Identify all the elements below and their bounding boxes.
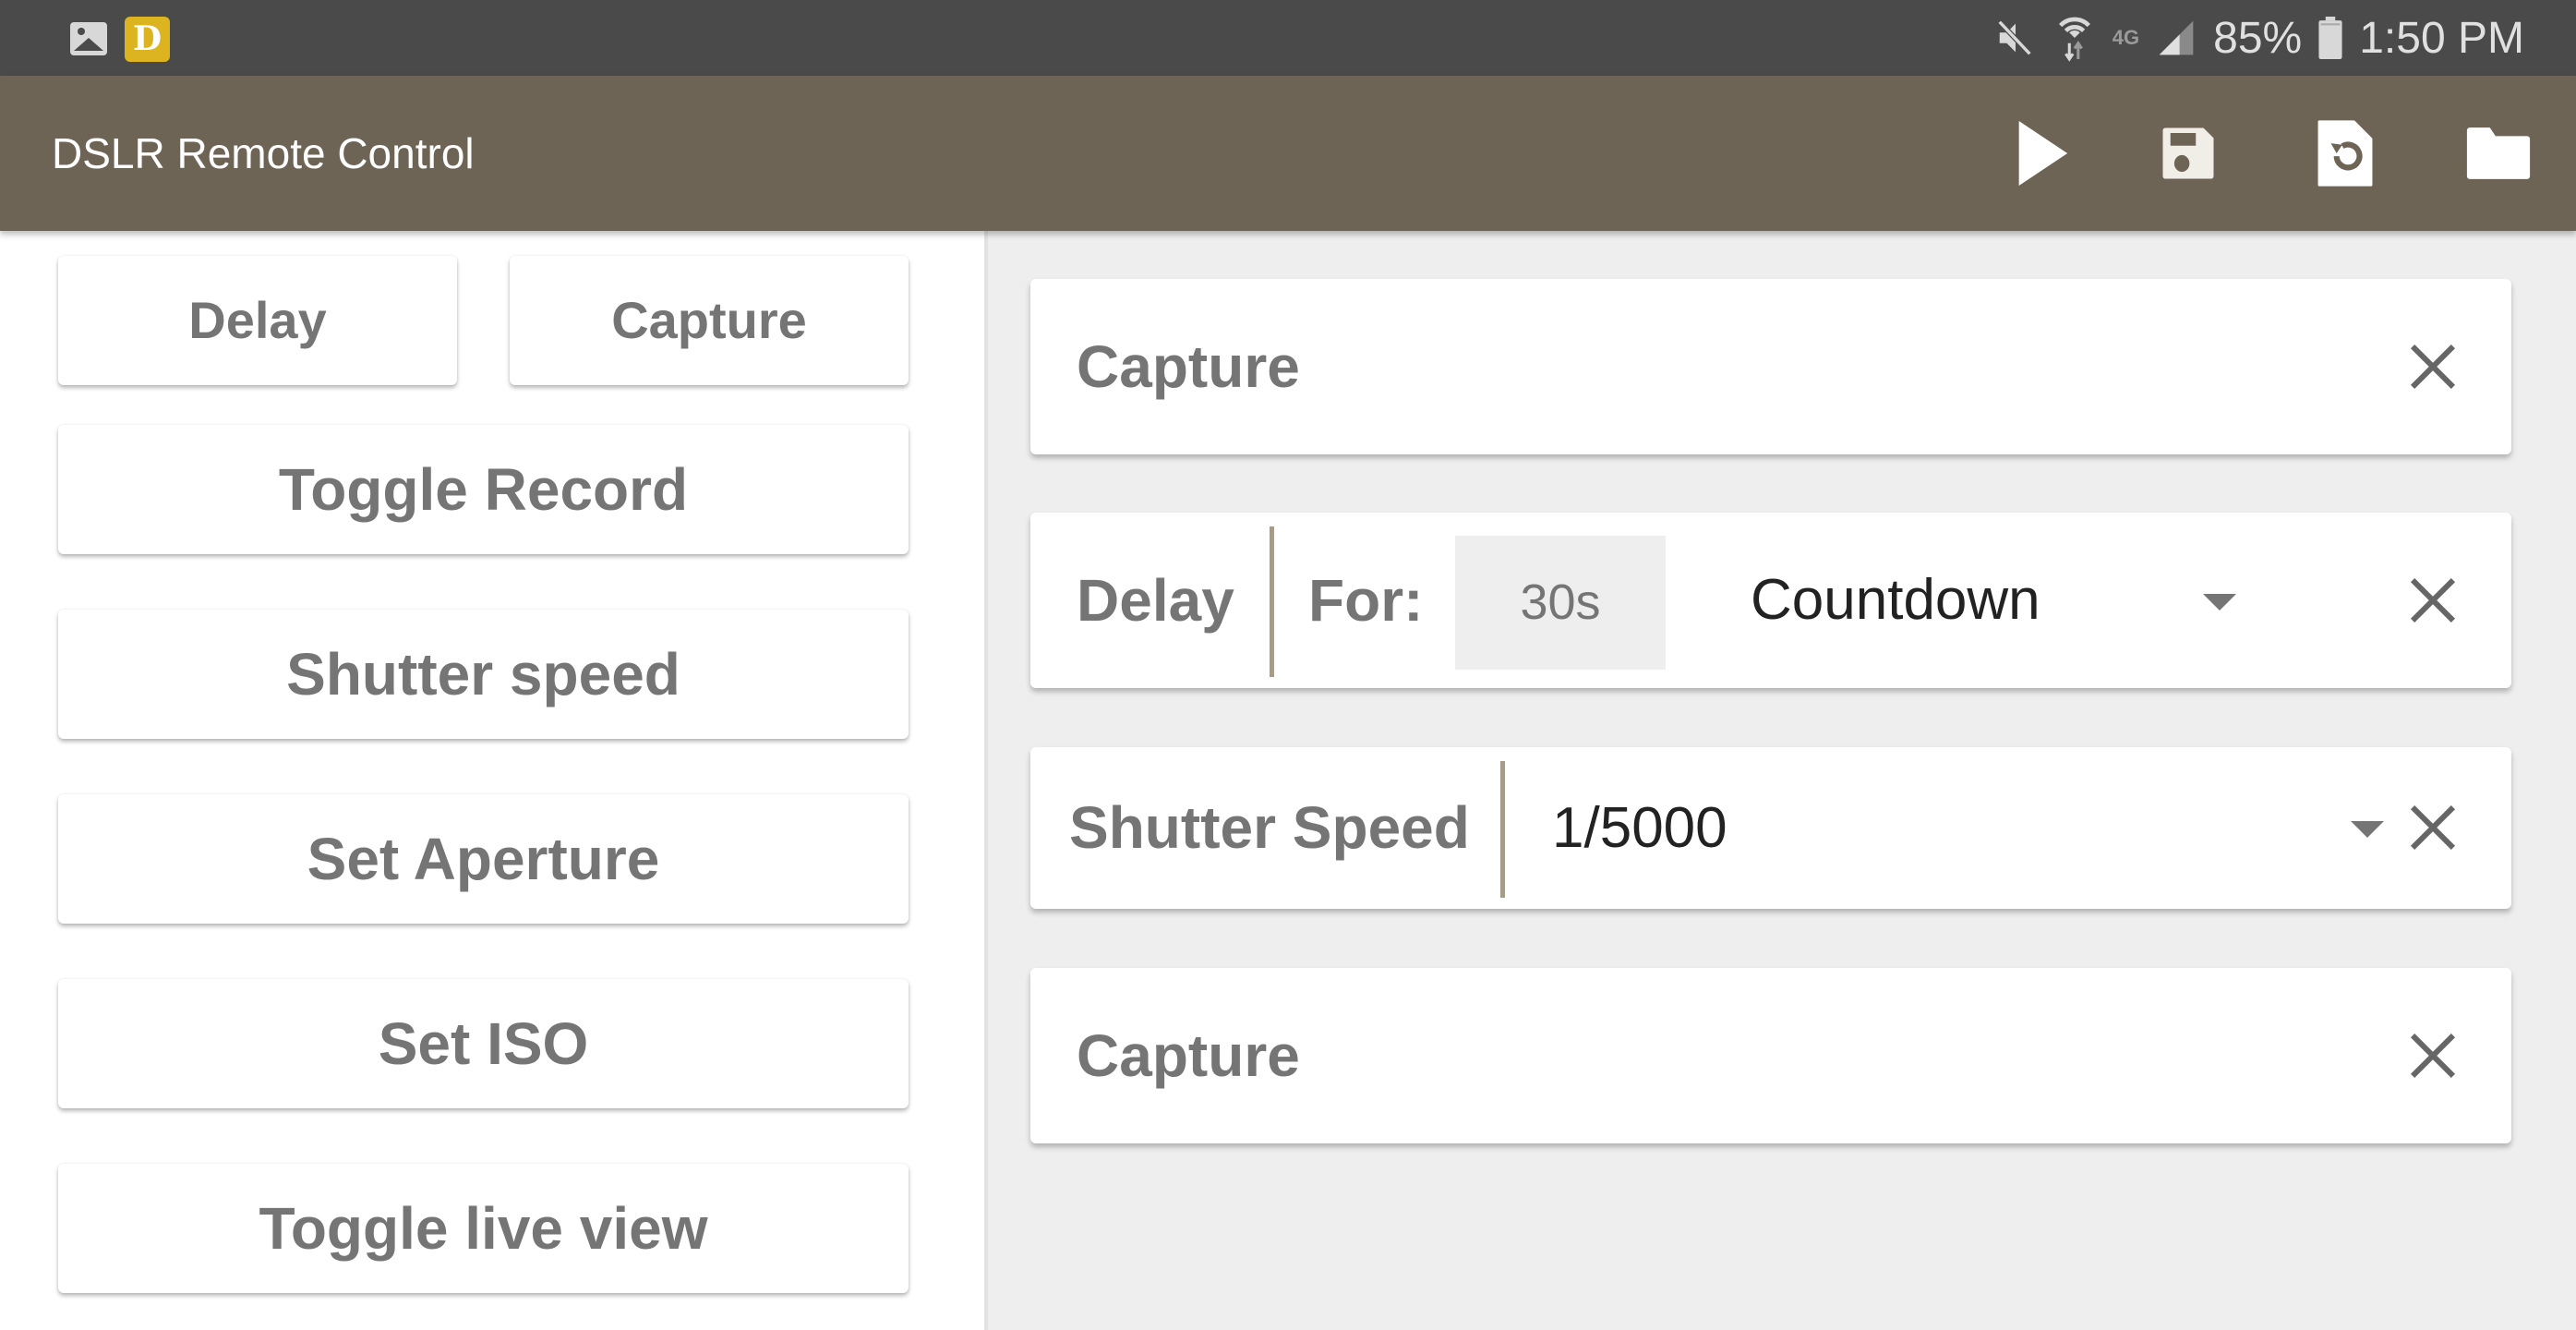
mute-icon <box>1995 18 2034 58</box>
sequence-item-delay[interactable]: Delay For: 30s Countdown <box>1030 513 2511 688</box>
play-button[interactable] <box>2000 113 2081 194</box>
status-bar: D 4G 85% 1:50 PM <box>0 0 2576 76</box>
save-icon <box>2162 127 2214 179</box>
add-shutter-speed-button[interactable]: Shutter speed <box>58 610 909 739</box>
app-title: DSLR Remote Control <box>52 129 475 177</box>
sequence-item-label: Capture <box>1077 333 1300 400</box>
sequence-item-capture[interactable]: Capture <box>1030 968 2511 1143</box>
add-delay-button[interactable]: Delay <box>58 256 457 385</box>
lte-icon: 4G <box>2112 26 2140 49</box>
remove-item-button[interactable] <box>2401 795 2465 860</box>
app-toolbar: DSLR Remote Control <box>0 76 2576 231</box>
save-button[interactable] <box>2148 113 2229 194</box>
sequence-item-label: Shutter Speed <box>1069 794 1470 861</box>
separator <box>1270 526 1274 677</box>
separator <box>1500 761 1505 898</box>
dropdown-arrow-icon <box>2351 821 2384 838</box>
add-toggle-record-button[interactable]: Toggle Record <box>58 425 909 554</box>
add-capture-button[interactable]: Capture <box>510 256 909 385</box>
restore-file-icon <box>2317 120 2373 187</box>
wifi-icon <box>2058 17 2090 62</box>
add-set-aperture-button[interactable]: Set Aperture <box>58 794 909 924</box>
shutter-speed-value: 1/5000 <box>1552 796 1727 860</box>
remove-item-button[interactable] <box>2401 334 2465 399</box>
add-toggle-live-view-button[interactable]: Toggle live view <box>58 1164 909 1293</box>
battery-icon <box>2318 17 2342 59</box>
restore-button[interactable] <box>2305 113 2386 194</box>
remove-item-button[interactable] <box>2401 568 2465 633</box>
open-folder-button[interactable] <box>2458 113 2539 194</box>
sequence-item-label: Delay <box>1077 567 1234 634</box>
command-palette: Delay Capture Toggle Record Shutter spee… <box>0 231 988 1330</box>
sequence-list: Capture Delay For: 30s Countdown Shutter… <box>988 231 2576 1330</box>
dslr-app-notification-icon: D <box>125 17 170 62</box>
delay-mode-value: Countdown <box>1751 568 2040 632</box>
remove-item-button[interactable] <box>2401 1023 2465 1088</box>
delay-duration-input[interactable]: 30s <box>1455 536 1666 670</box>
signal-icon <box>2159 20 2194 55</box>
dropdown-arrow-icon <box>2203 594 2236 611</box>
image-notification-icon <box>70 22 107 55</box>
delay-mode-dropdown[interactable]: Countdown <box>1751 513 2236 688</box>
shutter-speed-dropdown[interactable]: 1/5000 <box>1552 747 2384 909</box>
clock: 1:50 PM <box>2359 13 2524 63</box>
delay-for-label: For: <box>1308 567 1424 634</box>
battery-percent: 85% <box>2213 13 2303 63</box>
add-set-iso-button[interactable]: Set ISO <box>58 979 909 1108</box>
sequence-item-label: Capture <box>1077 1022 1300 1089</box>
sequence-item-capture[interactable]: Capture <box>1030 279 2511 454</box>
sequence-item-shutter-speed[interactable]: Shutter Speed 1/5000 <box>1030 747 2511 909</box>
play-icon <box>2018 121 2068 186</box>
folder-icon <box>2466 127 2531 179</box>
